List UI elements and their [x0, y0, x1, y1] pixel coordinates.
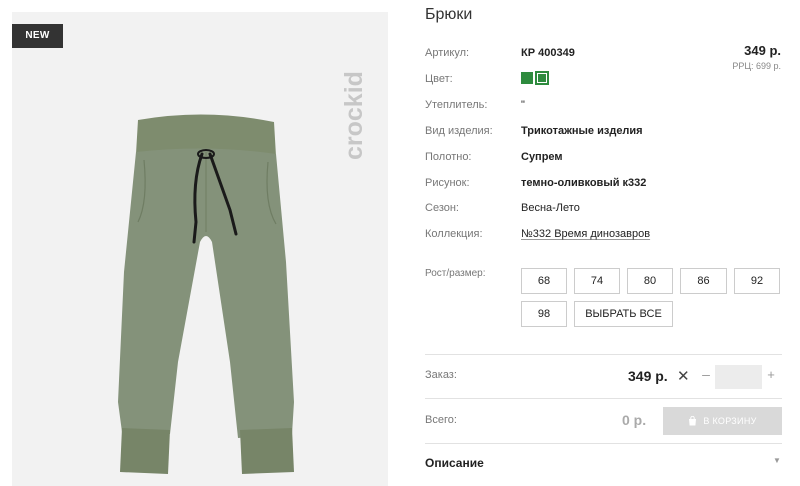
brand-logo: crockid [342, 71, 368, 160]
size-option-80[interactable]: 80 [627, 268, 673, 294]
spec-key: Цвет: [425, 73, 453, 85]
color-swatch-selected[interactable] [535, 71, 549, 85]
total-label: Всего: [425, 414, 457, 426]
size-option-68[interactable]: 68 [521, 268, 567, 294]
spec-key: Вид изделия: [425, 125, 493, 137]
size-label: Рост/размер: [425, 268, 486, 279]
spec-key: Коллекция: [425, 228, 483, 240]
divider [425, 398, 782, 399]
spec-key: Рисунок: [425, 177, 470, 189]
times-icon: ✕ [677, 368, 690, 385]
product-image[interactable]: NEW crockid [12, 12, 388, 486]
add-to-cart-button[interactable]: В КОРЗИНУ [663, 407, 782, 435]
description-toggle[interactable]: Описание [425, 456, 484, 470]
bag-icon [689, 416, 697, 426]
spec-value: Супрем [521, 151, 563, 163]
add-to-cart-label: В КОРЗИНУ [703, 416, 757, 426]
collection-link[interactable]: №332 Время динозавров [521, 228, 650, 240]
pants-illustration [118, 114, 294, 474]
spec-key: Утеплитель: [425, 99, 488, 111]
brand-logo-text: crockid [342, 71, 368, 160]
product-price: 349 р. [744, 43, 781, 58]
spec-key: Сезон: [425, 202, 459, 214]
divider [425, 354, 782, 355]
spec-key: Артикул: [425, 47, 470, 59]
spec-value: " [521, 99, 525, 111]
recommended-price: РРЦ: 699 р. [732, 61, 781, 71]
size-option-74[interactable]: 74 [574, 268, 620, 294]
order-label: Заказ: [425, 369, 457, 381]
color-swatch[interactable] [521, 72, 533, 84]
spec-value: КР 400349 [521, 47, 575, 59]
size-option-86[interactable]: 86 [680, 268, 727, 294]
order-price: 349 р. [628, 368, 668, 384]
size-option-92[interactable]: 92 [734, 268, 780, 294]
chevron-down-icon[interactable]: ▼ [773, 456, 781, 465]
increase-quantity-button[interactable]: + [765, 367, 777, 382]
quantity-input[interactable] [715, 365, 762, 389]
new-badge: NEW [12, 24, 63, 48]
size-option-98[interactable]: 98 [521, 301, 567, 327]
spec-value: Весна-Лето [521, 202, 580, 214]
select-all-sizes-button[interactable]: ВЫБРАТЬ ВСЕ [574, 301, 673, 327]
color-swatches [521, 71, 549, 85]
decrease-quantity-button[interactable]: – [700, 366, 712, 382]
spec-value: темно-оливковый к332 [521, 177, 647, 189]
spec-key: Полотно: [425, 151, 472, 163]
divider [425, 443, 782, 444]
product-title: Брюки [425, 6, 473, 23]
spec-value: Трикотажные изделия [521, 125, 643, 137]
total-value: 0 р. [622, 412, 647, 428]
